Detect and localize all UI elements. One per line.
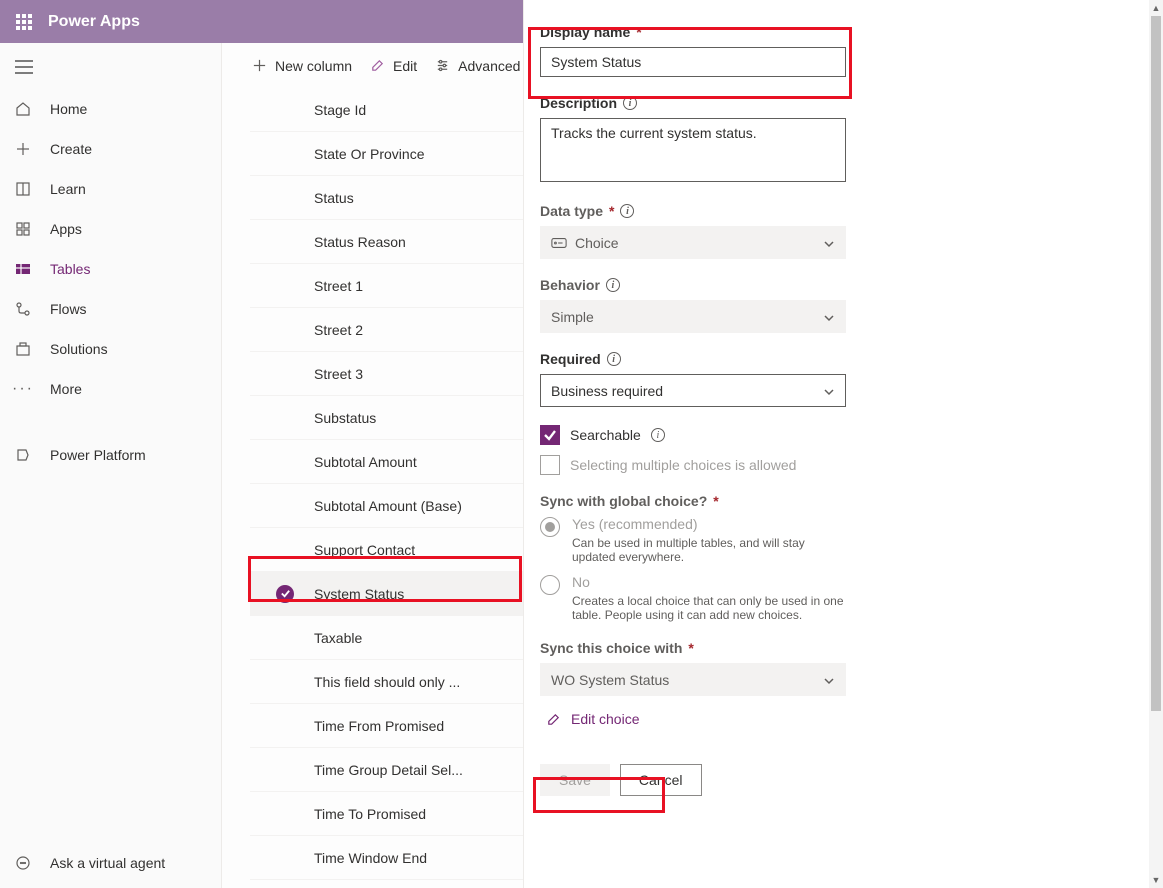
multiple-checkbox: Selecting multiple choices is allowed [540,455,846,475]
chevron-down-icon [823,674,835,686]
info-icon: i [623,96,637,110]
behavior-value: Simple [551,309,594,325]
data-type-value: Choice [575,235,619,251]
required-label: Required i [540,351,846,367]
sync-no-label: No [572,574,846,590]
ask-agent[interactable]: Ask a virtual agent [0,838,221,888]
nav-label: Home [50,101,87,117]
searchable-checkbox[interactable]: Searchable i [540,425,846,445]
sync-yes-label: Yes (recommended) [572,516,846,532]
plus-icon [14,140,32,158]
chat-icon [14,854,32,872]
chevron-down-icon [823,311,835,323]
info-icon: i [620,204,634,218]
radio-icon [540,575,560,595]
nav-tables[interactable]: Tables [0,249,221,289]
more-icon: ··· [14,380,32,398]
nav-learn[interactable]: Learn [0,169,221,209]
checkbox-icon [540,425,560,445]
nav-label: Flows [50,301,87,317]
sync-with-value: WO System Status [551,672,669,688]
cancel-button[interactable]: Cancel [620,764,702,796]
home-icon [14,100,32,118]
sync-no-radio: No Creates a local choice that can only … [540,574,846,622]
nav-home[interactable]: Home [0,89,221,129]
hamburger-icon[interactable] [4,49,44,85]
nav-solutions[interactable]: Solutions [0,329,221,369]
nav-apps[interactable]: Apps [0,209,221,249]
platform-icon [14,446,32,464]
edit-button[interactable]: Edit [370,58,417,74]
multiple-label: Selecting multiple choices is allowed [570,457,796,473]
data-type-group: Data type* i Choice [540,203,846,259]
sync-yes-desc: Can be used in multiple tables, and will… [572,536,846,564]
panel-footer: Save Cancel [524,764,1149,796]
nav-label: Create [50,141,92,157]
display-name-label: Display name* [540,24,846,40]
info-icon: i [607,352,621,366]
chevron-down-icon [823,385,835,397]
nav-label: Solutions [50,341,108,357]
nav-label: Power Platform [50,447,146,463]
toolbar-label: Advanced [458,58,520,74]
nav-label: Apps [50,221,82,237]
new-column-button[interactable]: New column [252,58,352,74]
behavior-label: Behavior i [540,277,846,293]
chevron-down-icon [823,237,835,249]
toolbar-label: Edit [393,58,417,74]
data-type-select: Choice [540,226,846,259]
data-type-label: Data type* i [540,203,846,219]
scroll-down-icon[interactable]: ▼ [1149,872,1163,888]
sync-yes-radio: Yes (recommended) Can be used in multipl… [540,516,846,564]
checkbox-icon [540,455,560,475]
required-select[interactable]: Business required [540,374,846,407]
nav-power-platform[interactable]: Power Platform [0,435,221,475]
edit-choice-label: Edit choice [571,711,639,727]
info-icon: i [606,278,620,292]
behavior-select: Simple [540,300,846,333]
behavior-group: Behavior i Simple [540,277,846,333]
radio-icon [540,517,560,537]
nav-label: Learn [50,181,86,197]
ask-label: Ask a virtual agent [50,855,165,871]
info-icon: i [651,428,665,442]
nav-flows[interactable]: Flows [0,289,221,329]
sync-group: Sync with global choice?* Yes (recommend… [540,493,846,622]
solutions-icon [14,340,32,358]
searchable-group: Searchable i Selecting multiple choices … [540,425,846,475]
left-nav: Home Create Learn Apps Tables Flows Solu… [0,43,222,888]
app-title: Power Apps [48,13,140,31]
nav-label: Tables [50,261,90,277]
tables-icon [14,260,32,278]
edit-choice-link[interactable]: Edit choice [540,704,664,734]
vertical-scrollbar[interactable]: ▲ ▼ [1149,0,1163,888]
scroll-thumb[interactable] [1151,16,1161,711]
check-icon [276,585,294,603]
display-name-input[interactable] [540,47,846,77]
sync-with-select: WO System Status [540,663,846,696]
sync-label: Sync with global choice?* [540,493,846,509]
sync-with-group: Sync this choice with* WO System Status … [540,640,846,734]
required-value: Business required [551,383,663,399]
display-name-group: Display name* [540,24,846,77]
apps-icon [14,220,32,238]
scroll-up-icon[interactable]: ▲ [1149,0,1163,16]
description-group: Description i [540,95,846,185]
book-icon [14,180,32,198]
save-button: Save [540,764,610,796]
searchable-label: Searchable [570,427,641,443]
toolbar-label: New column [275,58,352,74]
nav-more[interactable]: ··· More [0,369,221,409]
sync-with-label: Sync this choice with* [540,640,846,656]
description-label: Description i [540,95,846,111]
required-group: Required i Business required [540,351,846,407]
nav-create[interactable]: Create [0,129,221,169]
sync-no-desc: Creates a local choice that can only be … [572,594,846,622]
waffle-icon[interactable] [8,6,40,38]
flows-icon [14,300,32,318]
nav-label: More [50,381,82,397]
column-edit-panel: Display name* Description i Data type* i… [524,0,1149,888]
advanced-button[interactable]: Advanced [435,58,520,74]
description-input[interactable] [540,118,846,182]
